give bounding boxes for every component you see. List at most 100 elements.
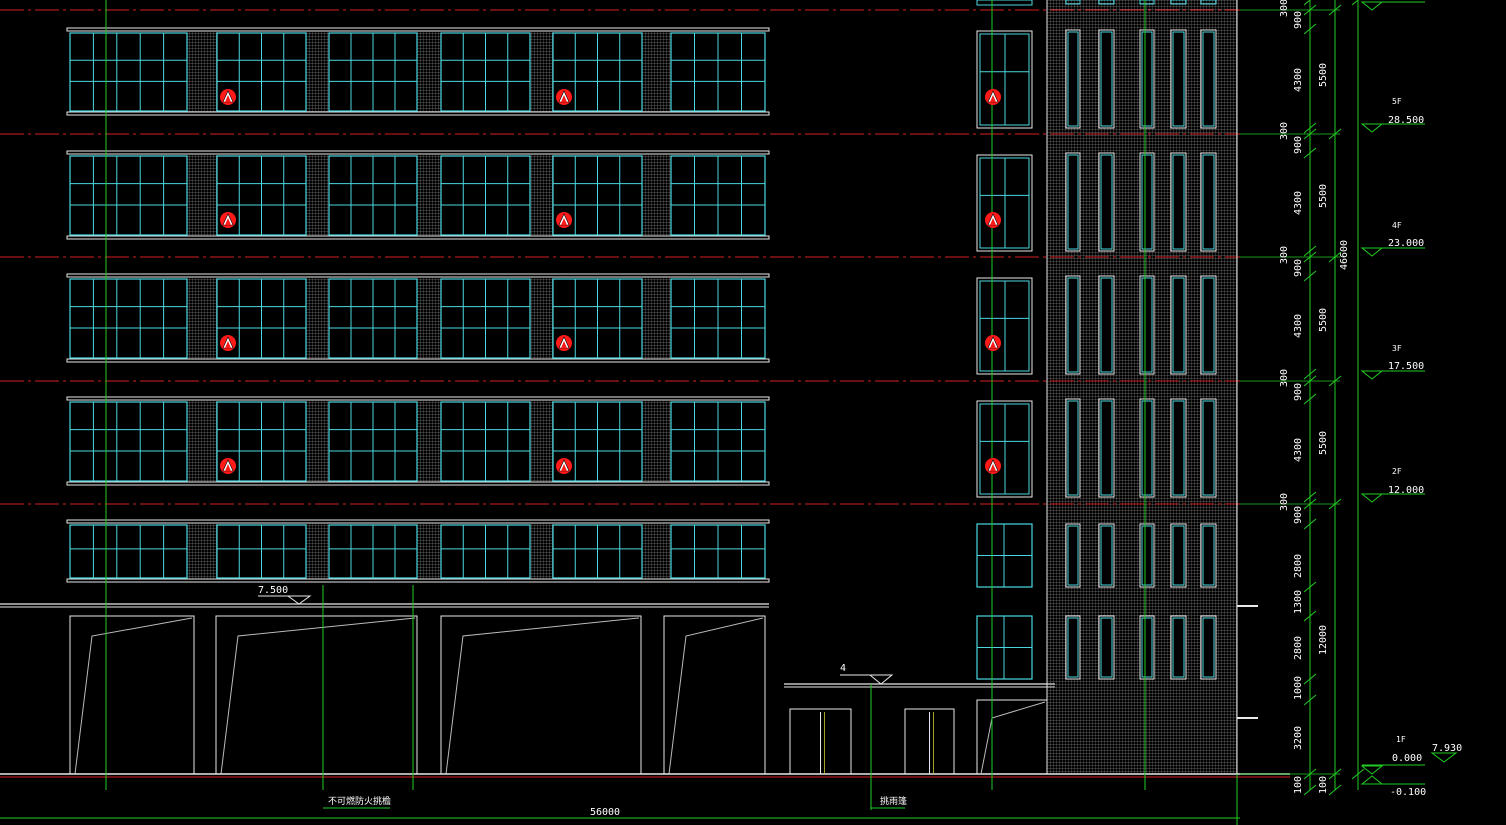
slab-bottom [66,111,770,116]
dim-mid-5: 12000 [1318,625,1329,655]
dim-inner-20: 100 [1293,776,1304,794]
dimension-chain-inner: 300 900 4300 300 900 4300 300 900 4300 3… [1279,0,1304,794]
level-marker-2f: 2F 12.000 [1388,467,1424,496]
dim-inner-14: 900 [1293,506,1304,524]
slab-bottom [66,481,770,486]
dim-inner-12: 4300 [1293,438,1304,462]
grid-axis-lines [0,0,1458,825]
level-elevation-value: 12.000 [1388,485,1424,496]
dim-inner-15: 2800 [1293,554,1304,578]
brick-pier [417,401,441,482]
dim-inner-1: 300 [1279,0,1290,17]
brick-pier [530,278,553,359]
fire-opening-label: 不可燃防火挑檐 [328,795,391,807]
dim-inner-4: 300 [1279,122,1290,140]
level-symbol-triangle [1430,752,1458,763]
dimension-chain-middle: 5500 5500 5500 5500 12000 100 [1318,63,1329,794]
brick-pier [306,155,329,236]
rolling-door-swing [220,617,416,775]
level-marker-4f: 4F 23.000 [1388,221,1424,249]
brick-pier [530,32,553,112]
fire-rescue-window-markers [220,89,1001,474]
elevation-drawing: 300 900 4300 300 900 4300 300 900 4300 3… [0,0,1462,825]
slab-bottom [66,358,770,363]
brick-pier [187,401,217,482]
level-symbol-triangle [1360,123,1384,133]
dim-inner-10: 300 [1279,369,1290,387]
slab-top [66,396,770,401]
slab-bottom [66,235,770,240]
level-floor-label: 2F [1392,467,1402,476]
dim-total-height: 46600 [1339,240,1350,270]
level-elevation-value: 0.000 [1392,753,1422,764]
right-elevation-mark: 7.930 [1432,743,1462,754]
brick-pier [530,401,553,482]
brick-pier [306,32,329,112]
brick-pier [187,32,217,112]
dim-inner-19: 3200 [1293,726,1304,750]
rolling-door-swing [668,617,764,775]
level-floor-label: 3F [1392,344,1402,353]
dim-inner-11: 900 [1293,383,1304,401]
brick-pier [417,278,441,359]
side-gate-swing [980,701,1046,775]
brick-pier [530,155,553,236]
level-marker-5f: 5F 28.500 [1388,97,1424,126]
gate-opening [440,615,642,774]
rolling-door-swing [74,617,193,775]
slab-top [66,273,770,278]
gate-opening [215,615,418,774]
brick-pier [642,278,671,359]
level-symbol-triangle [1360,1,1384,11]
brick-pier [417,32,441,112]
gate-opening [69,615,195,774]
rain-canopy-label: 挑雨篷 [880,795,907,807]
slab-bottom [66,578,770,583]
canopy-elevation: 7.500 [258,585,288,596]
canopy-level-triangle [286,595,312,605]
dim-inner-8: 900 [1293,259,1304,277]
level-elevation-value: 23.000 [1388,238,1424,249]
level-marker-3f: 3F 17.500 [1388,344,1424,372]
porch-level-triangle [868,674,894,685]
side-window-partial [976,0,1033,6]
side-gate [976,699,1047,774]
dim-inner-7: 300 [1279,246,1290,264]
level-elevation-value: 28.500 [1388,115,1424,126]
level-symbol-triangle [1360,493,1384,503]
dim-inner-16: 1300 [1293,590,1304,614]
level-floor-label: 5F [1392,97,1402,106]
window-frame [69,32,188,112]
dim-inner-18: 1000 [1293,676,1304,700]
brick-pier [417,155,441,236]
brick-pier [306,401,329,482]
brick-pier [306,524,329,579]
rolling-door-swing [445,617,640,775]
dim-mid-4: 5500 [1318,431,1329,455]
brick-pier [642,401,671,482]
dim-inner-5: 900 [1293,136,1304,154]
porch-elevation: 4 [840,663,846,674]
dim-inner-9: 4300 [1293,314,1304,338]
dim-mid-2: 5500 [1318,184,1329,208]
level-symbol-triangle [1360,765,1384,775]
window-frame [69,278,188,359]
ground-elevation: -0.100 [1390,787,1426,798]
window-frame [69,401,188,482]
brick-pier [642,524,671,579]
slab-top [66,150,770,155]
dim-inner-3: 4300 [1293,68,1304,92]
dim-mid-1: 5500 [1318,63,1329,87]
dim-mid-3: 5500 [1318,308,1329,332]
brick-pier [187,524,217,579]
brick-pier [306,278,329,359]
brick-pier [642,32,671,112]
level-symbol-triangle [1360,370,1384,380]
dim-inner-2: 900 [1293,11,1304,29]
dim-inner-13: 300 [1279,493,1290,511]
slab-top [66,519,770,524]
level-floor-label: 1F [1396,735,1406,744]
brick-pier [187,278,217,359]
level-symbol-triangle [1360,247,1384,257]
brick-pier [187,155,217,236]
